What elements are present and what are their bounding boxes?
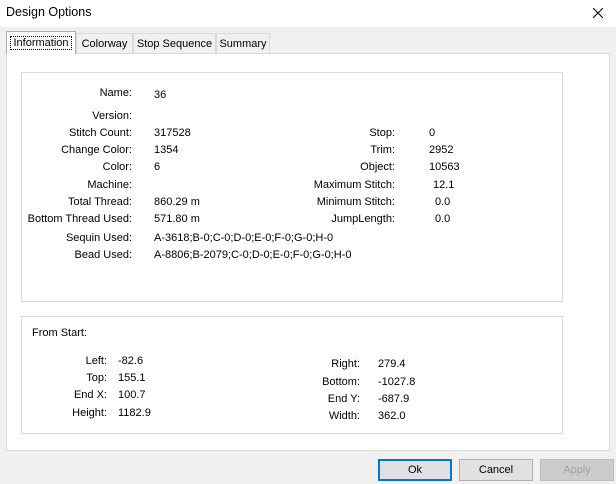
minimum-stitch-value: 0.0: [435, 196, 451, 208]
bead-used-label: Bead Used:: [74, 249, 132, 261]
right-value: 279.4: [378, 358, 406, 370]
bead-used-value: A-8806;B-2079;C-0;D-0;E-0;F-0;G-0;H-0: [154, 249, 352, 261]
change-color-label: Change Color:: [61, 144, 132, 156]
close-button[interactable]: [580, 0, 616, 27]
width-value: 362.0: [378, 410, 406, 422]
name-label: Name:: [99, 87, 132, 99]
from-start-title: From Start:: [32, 327, 88, 339]
top-value: 155.1: [118, 372, 146, 384]
trim-label: Trim:: [370, 144, 395, 156]
sequin-used-value: A-3618;B-0;C-0;D-0;E-0;F-0;G-0;H-0: [154, 232, 334, 244]
right-label: Right:: [331, 358, 360, 370]
jump-length-value: 0.0: [435, 213, 451, 225]
width-label: Width:: [328, 410, 360, 422]
color-label: Color:: [102, 161, 132, 173]
name-value: 36: [154, 89, 167, 101]
close-icon: [593, 8, 603, 18]
top-label: Top:: [86, 372, 107, 384]
color-value: 6: [154, 161, 161, 173]
version-label: Version:: [92, 110, 132, 122]
end-y-value: -687.9: [378, 393, 410, 405]
end-y-label: End Y:: [327, 393, 360, 405]
stop-label: Stop:: [369, 127, 395, 139]
maximum-stitch-label: Maximum Stitch:: [313, 179, 395, 191]
stitch-count-value: 317528: [154, 127, 191, 139]
tab-stop-sequence[interactable]: Stop Sequence: [133, 33, 216, 53]
height-label: Height:: [72, 407, 107, 419]
information-panel: Name: 36 Version: Stitch Count: 317528 C…: [6, 53, 610, 451]
bottom-thread-label: Bottom Thread Used:: [27, 213, 132, 225]
height-value: 1182.9: [118, 407, 151, 419]
change-color-value: 1354: [154, 144, 179, 156]
left-label: Left:: [85, 355, 107, 367]
bottom-thread-value: 571.80 m: [154, 213, 200, 225]
stop-value: 0: [429, 127, 436, 139]
tab-colorway[interactable]: Colorway: [76, 33, 133, 53]
object-label: Object:: [360, 161, 395, 173]
window-title: Design Options: [6, 5, 92, 19]
tab-summary[interactable]: Summary: [216, 33, 270, 53]
left-value: -82.6: [118, 355, 144, 367]
from-start-group: From Start: Left: -82.6 Top: 155.1 End X…: [21, 316, 563, 434]
bottom-label: Bottom:: [322, 376, 360, 388]
title-bar: Design Options: [0, 0, 616, 27]
end-x-value: 100.7: [118, 389, 146, 401]
total-thread-label: Total Thread:: [67, 196, 132, 208]
jump-length-label: JumpLength:: [331, 213, 395, 225]
minimum-stitch-label: Minimum Stitch:: [316, 196, 395, 208]
ok-button[interactable]: Ok: [378, 459, 452, 481]
apply-button[interactable]: Apply: [540, 459, 614, 481]
cancel-button[interactable]: Cancel: [459, 459, 533, 481]
maximum-stitch-value: 12.1: [433, 179, 455, 191]
stitch-count-label: Stitch Count:: [69, 127, 132, 139]
trim-value: 2952: [429, 144, 454, 156]
bottom-value: -1027.8: [378, 376, 416, 388]
total-thread-value: 860.29 m: [154, 196, 200, 208]
machine-label: Machine:: [87, 179, 132, 191]
design-info-group: Name: 36 Version: Stitch Count: 317528 C…: [21, 72, 563, 302]
sequin-used-label: Sequin Used:: [65, 232, 132, 244]
object-value: 10563: [429, 161, 460, 173]
tab-information[interactable]: Information: [6, 31, 76, 54]
end-x-label: End X:: [73, 389, 107, 401]
